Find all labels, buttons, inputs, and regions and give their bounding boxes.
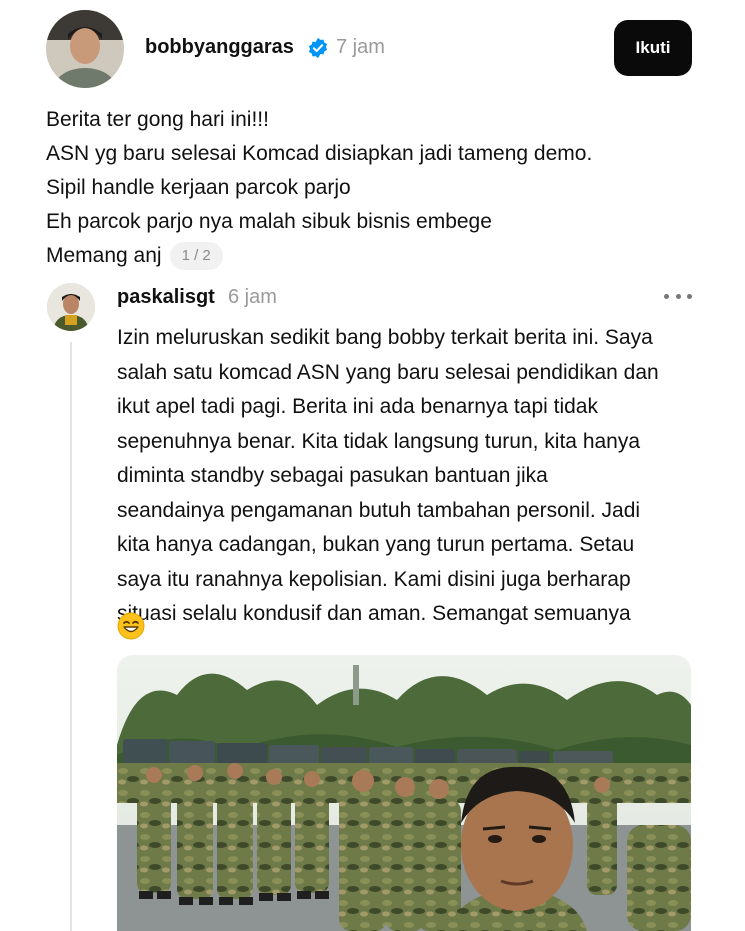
reply-text-line: sepenuhnya benar. Kita tidak langsung tu… [117, 429, 641, 453]
more-dot [687, 293, 692, 299]
reply-text-line: salah satu komcad ASN yang baru selesai … [117, 360, 659, 384]
more-options-icon[interactable] [664, 286, 692, 306]
follow-button[interactable]: Ikuti [614, 20, 692, 76]
op-username[interactable]: bobbyanggaras [145, 36, 294, 59]
op-text-line-last: Memang anj 1 / 2 [46, 239, 706, 273]
grinning-squinting-face-icon [117, 612, 145, 640]
reply-text-line: seandainya pengamanan butuh tambahan per… [117, 498, 641, 522]
op-text-line: ASN yg baru selesai Komcad disiapkan jad… [46, 142, 593, 165]
reply-text-line: saya itu ranahnya kepolisian. Kami disin… [117, 567, 631, 591]
more-dot [675, 293, 681, 299]
page-counter[interactable]: 1 / 2 [169, 242, 223, 270]
more-dot [664, 293, 669, 299]
op-text-line: Memang anj [46, 244, 162, 267]
op-avatar[interactable] [46, 10, 124, 88]
reply-text-line: Izin meluruskan sedikit bang bobby terka… [117, 326, 653, 349]
op-timestamp: 7 jam [336, 36, 385, 58]
reply-text: Izin meluruskan sedikit bang bobby terka… [117, 321, 717, 632]
verified-badge-icon [307, 37, 329, 59]
reply-text-line: situasi selalu kondusif dan aman. Semang… [117, 602, 631, 625]
reply-text-line: kita hanya cadangan, bukan yang turun pe… [117, 533, 635, 556]
attached-photo[interactable] [117, 655, 691, 931]
reply-text-line: ikut apel tadi pagi. Berita ini ada bena… [117, 395, 598, 418]
reply-avatar[interactable] [47, 283, 95, 331]
op-text-line: Berita ter gong hari ini!!! [46, 108, 269, 131]
reply-username[interactable]: paskalisgt [117, 286, 215, 309]
op-post-text: Berita ter gong hari ini!!! ASN yg baru … [46, 103, 706, 273]
reply-timestamp: 6 jam [228, 286, 277, 308]
op-text-line: Sipil handle kerjaan parcok parjo [46, 176, 351, 199]
thread-line [70, 342, 72, 931]
op-text-line: Eh parcok parjo nya malah sibuk bisnis e… [46, 210, 492, 233]
reply-text-line: diminta standby sebagai pasukan bantuan … [117, 464, 548, 487]
